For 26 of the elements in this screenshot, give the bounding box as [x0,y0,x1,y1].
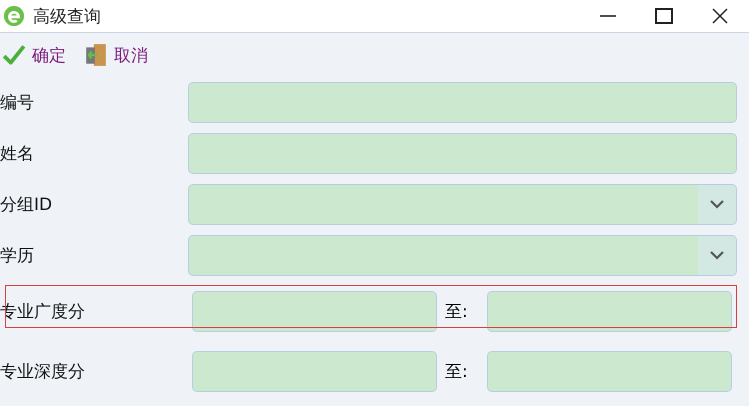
checkmark-icon [2,43,26,67]
field-label: 分组ID [0,194,54,216]
range-separator: 至: [444,300,469,322]
close-icon [710,6,730,26]
field-label: 专业深度分 [0,360,86,382]
dropdown-field[interactable] [188,235,737,276]
input-field[interactable] [192,350,437,392]
input-field[interactable] [188,133,737,174]
minimize-icon [598,15,618,17]
chevron-down-icon [710,200,724,209]
field-label: 姓名 [0,143,35,165]
input-field[interactable] [487,350,732,392]
app-logo-icon [3,5,25,27]
range-separator: 至: [444,360,469,382]
field-label: 编号 [0,92,35,114]
window-title: 高级查询 [33,6,101,28]
chevron-down-icon [710,251,724,260]
dropdown-field[interactable] [188,184,737,225]
confirm-button[interactable]: 确定 [0,43,68,67]
exit-door-icon [84,43,108,67]
field-label: 学历 [0,245,35,267]
input-field[interactable] [188,82,737,123]
input-field[interactable] [192,290,437,332]
cancel-button[interactable]: 取消 [82,43,150,67]
input-field[interactable] [487,290,732,332]
maximize-icon [654,6,674,26]
